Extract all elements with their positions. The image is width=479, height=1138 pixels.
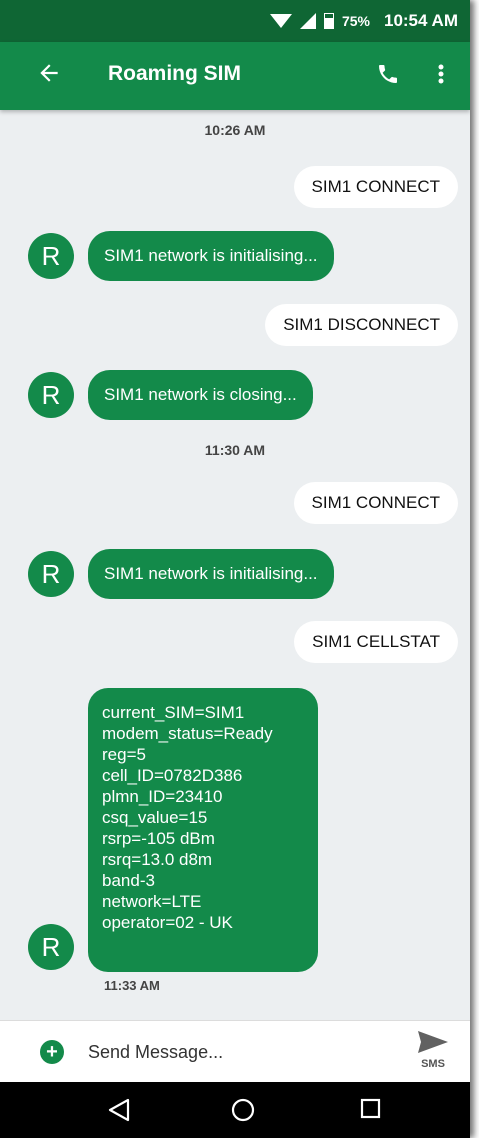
cellstat-line: band-3 <box>102 871 155 890</box>
back-nav-icon[interactable] <box>108 1098 130 1127</box>
outgoing-message[interactable]: SIM1 CONNECT <box>293 482 458 524</box>
outgoing-message[interactable]: SIM1 CONNECT <box>293 166 458 208</box>
cellstat-line: rsrq=13.0 d8m <box>102 850 213 869</box>
wifi-icon <box>269 14 292 28</box>
timestamp: 10:26 AM <box>204 122 266 138</box>
battery-icon <box>323 13 334 29</box>
phone-icon[interactable] <box>376 62 400 91</box>
incoming-message[interactable]: SIM1 network is initialising... <box>88 549 334 599</box>
cellstat-line: network=LTE <box>102 892 202 911</box>
status-time: 10:54 AM <box>383 11 458 30</box>
arrow-left-icon[interactable] <box>36 60 62 91</box>
app-bar: Roaming SIM <box>0 42 470 110</box>
send-icon <box>418 1031 448 1053</box>
cellstat-line: modem_status=Ready <box>102 724 273 743</box>
status-bar: 75% 10:54 AM <box>0 0 470 42</box>
outgoing-message[interactable]: SIM1 DISCONNECT <box>265 304 458 346</box>
navigation-bar <box>0 1082 470 1138</box>
incoming-message-cellstat[interactable]: current_SIM=SIM1 modem_status=Ready reg=… <box>88 688 318 972</box>
cellstat-line: cell_ID=0782D386 <box>102 766 243 785</box>
cellstat-line: csq_value=15 <box>102 808 208 827</box>
cellstat-line: operator=02 - UK <box>102 913 233 932</box>
recents-nav-icon[interactable] <box>360 1098 382 1125</box>
page-title: Roaming SIM <box>108 62 242 85</box>
cellstat-line: rsrp=-105 dBm <box>102 829 215 848</box>
send-label: SMS <box>421 1058 445 1070</box>
avatar[interactable]: R <box>28 551 74 597</box>
more-vert-icon[interactable] <box>436 62 446 91</box>
incoming-message[interactable]: SIM1 network is initialising... <box>88 231 334 281</box>
phone-screen: 75% 10:54 AM Roaming SIM 10:26 AM SIM1 C… <box>0 0 470 1138</box>
incoming-message[interactable]: SIM1 network is closing... <box>88 370 313 420</box>
message-input[interactable] <box>88 1035 378 1069</box>
cellstat-line: plmn_ID=23410 <box>102 787 223 806</box>
send-button[interactable]: SMS <box>414 1031 452 1070</box>
avatar[interactable]: R <box>28 924 74 970</box>
add-circle-icon[interactable]: + <box>40 1040 64 1064</box>
signal-icon <box>299 13 316 29</box>
cellstat-line: current_SIM=SIM1 <box>102 703 245 722</box>
outgoing-message[interactable]: SIM1 CELLSTAT <box>294 621 458 663</box>
avatar[interactable]: R <box>28 372 74 418</box>
avatar[interactable]: R <box>28 233 74 279</box>
compose-bar: + SMS <box>0 1020 470 1083</box>
timestamp: 11:30 AM <box>204 442 266 458</box>
cellstat-line: reg=5 <box>102 745 146 764</box>
battery-percent: 75% <box>341 13 370 29</box>
message-time: 11:33 AM <box>104 978 160 993</box>
home-nav-icon[interactable] <box>230 1098 256 1129</box>
